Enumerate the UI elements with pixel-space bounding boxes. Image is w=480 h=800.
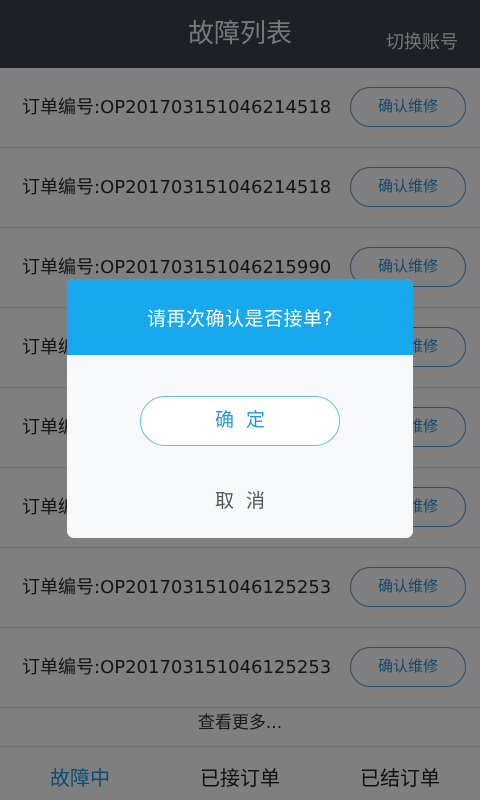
app-screen: 故障列表 切换账号 订单编号:OP20170315104621451​8 确认维… [0, 0, 480, 800]
confirm-dialog: 请再次确认是否接单? 确定 取消 [67, 279, 413, 538]
dialog-title: 请再次确认是否接单? [67, 279, 413, 355]
dialog-confirm-button[interactable]: 确定 [140, 396, 340, 446]
dialog-cancel-button[interactable]: 取消 [67, 481, 413, 521]
